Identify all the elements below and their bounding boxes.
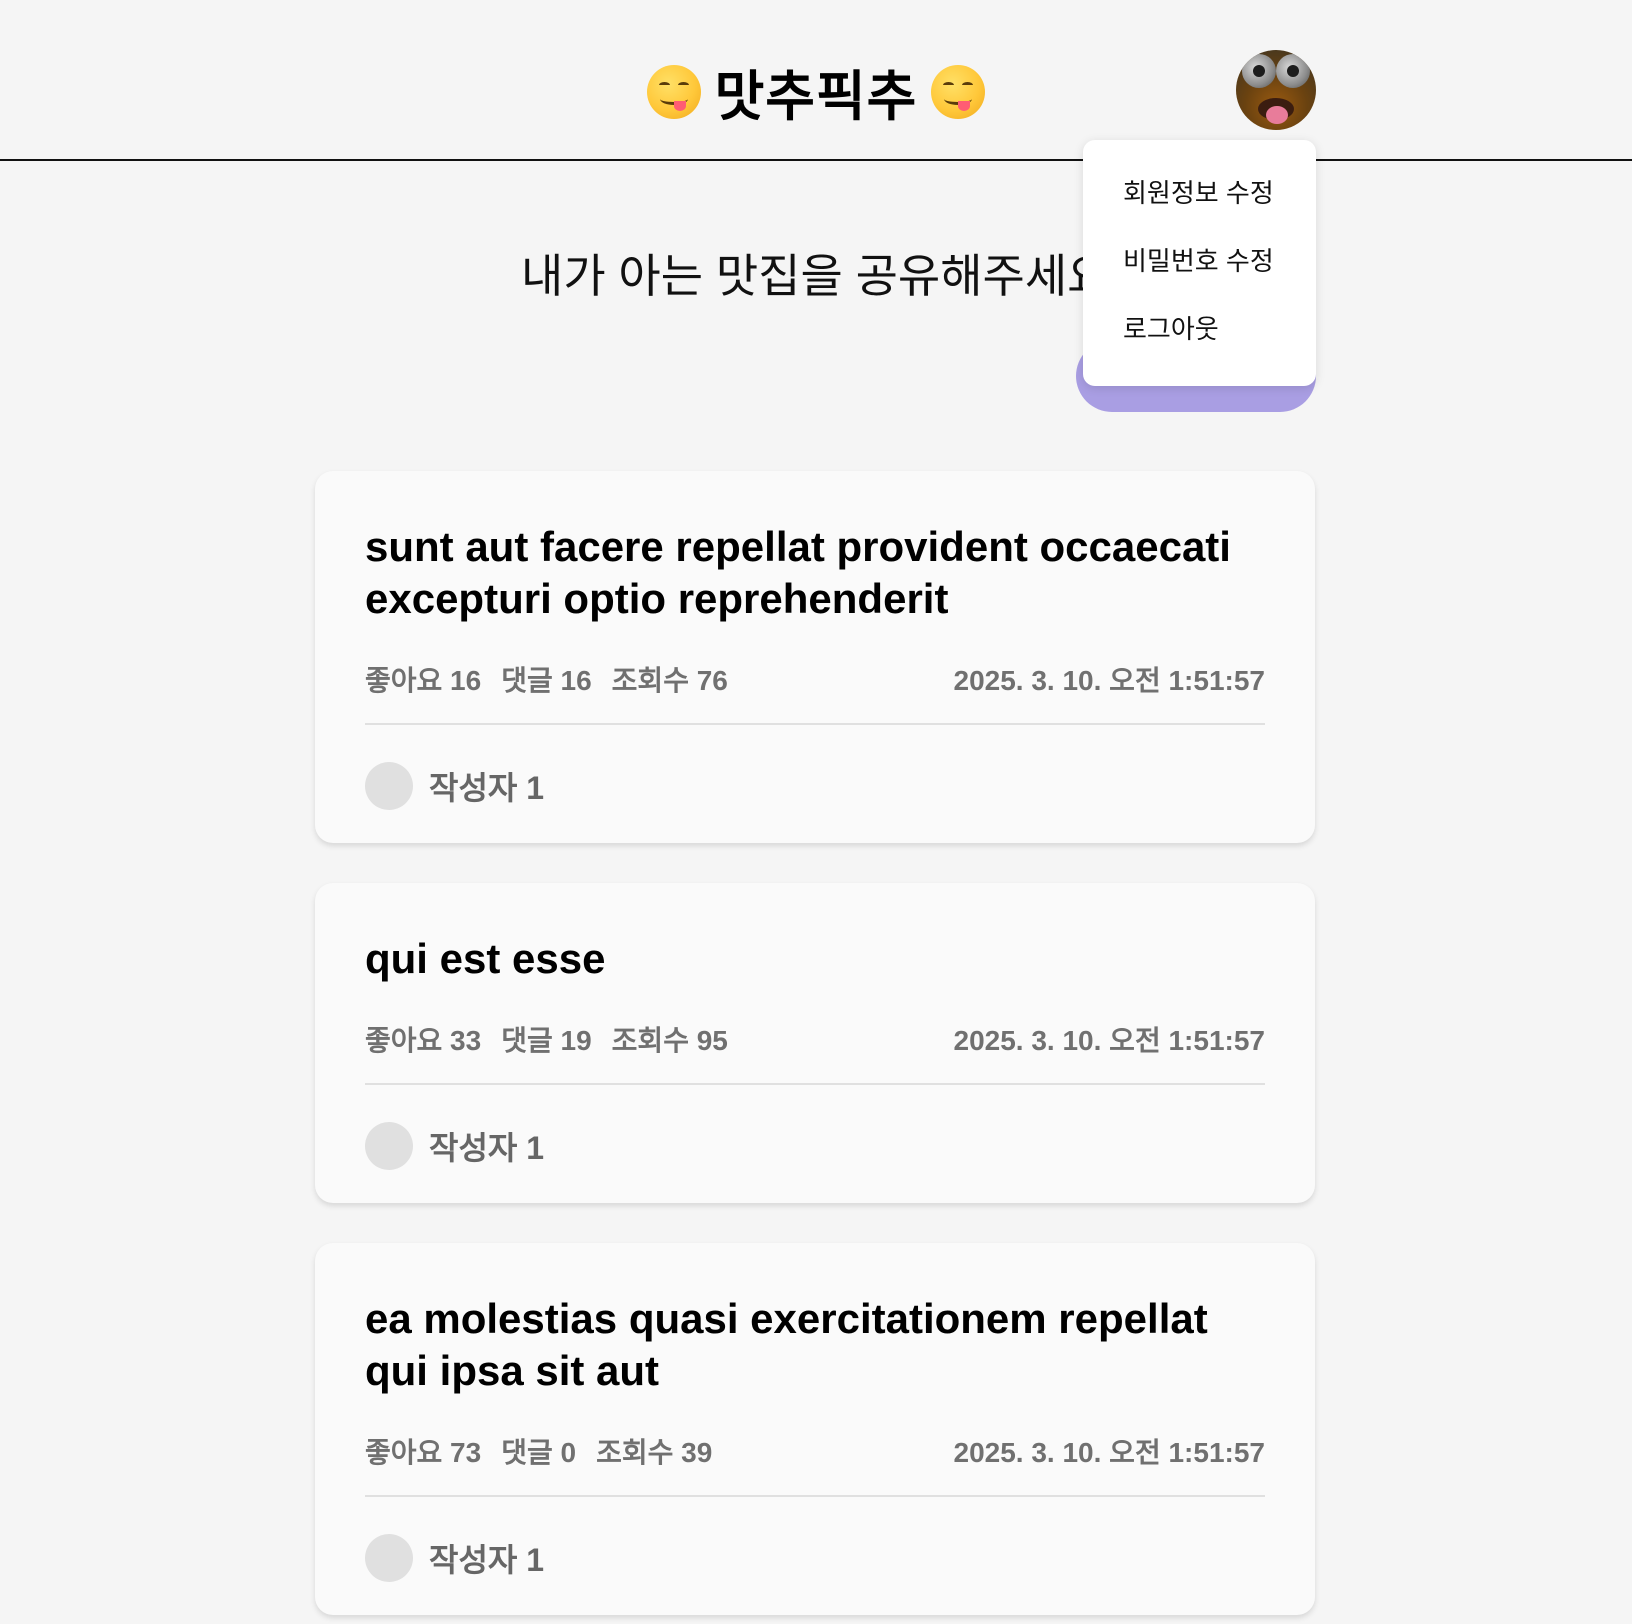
menu-item-logout[interactable]: 로그아웃	[1083, 286, 1316, 368]
post-card[interactable]: sunt aut facere repellat provident occae…	[315, 471, 1315, 843]
post-card[interactable]: qui est esse 좋아요 33 댓글 19 조회수 95 2025. 3…	[315, 883, 1315, 1203]
post-title: qui est esse	[365, 935, 606, 982]
user-avatar-button[interactable]	[1236, 50, 1316, 130]
post-author: 작성자 1	[365, 1497, 1265, 1619]
author-avatar	[365, 1534, 413, 1582]
logo-text: 맛추픽추	[714, 67, 918, 127]
yum-face-icon	[931, 64, 986, 119]
post-likes: 좋아요 33	[365, 1025, 482, 1056]
post-date: 2025. 3. 10. 오전 1:51:57	[953, 1437, 1266, 1468]
post-date: 2025. 3. 10. 오전 1:51:57	[953, 1025, 1266, 1056]
logo[interactable]: 맛추픽추	[0, 52, 1632, 131]
post-card[interactable]: ea molestias quasi exercitationem repell…	[315, 1243, 1315, 1615]
post-comments: 댓글 0	[501, 1437, 577, 1468]
post-meta: 좋아요 73 댓글 0 조회수 39 2025. 3. 10. 오전 1:51:…	[365, 1431, 1265, 1471]
post-views: 조회수 76	[611, 665, 728, 696]
post-views: 조회수 39	[596, 1437, 713, 1468]
post-comments: 댓글 19	[501, 1025, 592, 1056]
post-likes: 좋아요 16	[365, 665, 482, 696]
post-views: 조회수 95	[611, 1025, 728, 1056]
post-likes: 좋아요 73	[365, 1437, 482, 1468]
author-avatar	[365, 1122, 413, 1170]
page-subtitle: 내가 아는 맛집을 공유해주세요	[521, 250, 1110, 302]
post-author: 작성자 1	[365, 725, 1265, 847]
author-avatar	[365, 762, 413, 810]
author-name: 작성자 1	[429, 1542, 545, 1578]
author-name: 작성자 1	[429, 1130, 545, 1166]
post-comments: 댓글 16	[501, 665, 592, 696]
post-date: 2025. 3. 10. 오전 1:51:57	[953, 665, 1266, 696]
post-title: ea molestias quasi exercitationem repell…	[365, 1295, 1208, 1394]
app-header: 맛추픽추	[0, 0, 1632, 161]
user-menu-dropdown: 회원정보 수정 비밀번호 수정 로그아웃	[1083, 140, 1316, 386]
post-title: sunt aut facere repellat provident occae…	[365, 523, 1231, 622]
post-author: 작성자 1	[365, 1085, 1265, 1207]
post-meta: 좋아요 16 댓글 16 조회수 76 2025. 3. 10. 오전 1:51…	[365, 659, 1265, 699]
author-name: 작성자 1	[429, 770, 545, 806]
yum-face-icon	[646, 64, 701, 119]
post-meta: 좋아요 33 댓글 19 조회수 95 2025. 3. 10. 오전 1:51…	[365, 1019, 1265, 1059]
